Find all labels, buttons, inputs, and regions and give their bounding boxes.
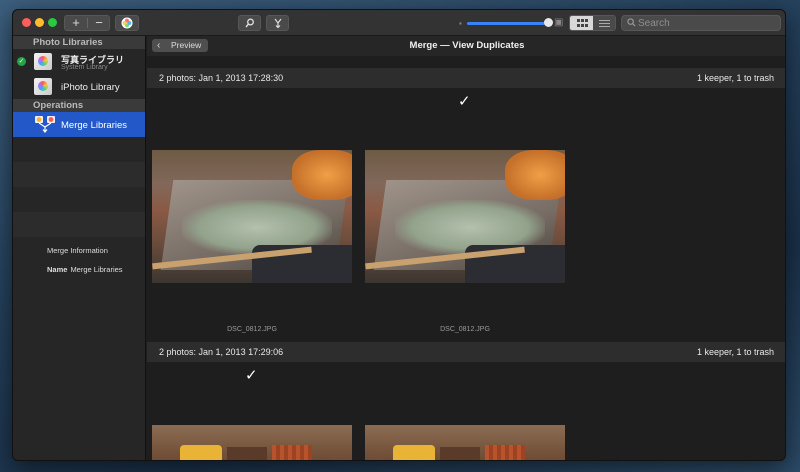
merge-info-name-row: Name Merge Libraries — [47, 265, 123, 274]
library-subtitle: System Library — [61, 64, 108, 71]
add-button[interactable]: + — [65, 16, 87, 30]
checkmark-badge-icon: ✓ — [17, 57, 26, 66]
zoom-window-button[interactable] — [48, 18, 57, 27]
magnifier-icon — [244, 18, 254, 28]
photos-icon — [121, 17, 133, 29]
info-name-value: Merge Libraries — [70, 265, 123, 274]
photo-detail — [272, 445, 312, 460]
duplicate-group-header: 2 photos: Jan 1, 2013 17:28:30 1 keeper,… — [147, 68, 785, 88]
navigation-bar: ‹ Preview Merge — View Duplicates — [147, 36, 785, 56]
grid-view-button[interactable] — [570, 16, 593, 30]
photo-library-icon — [34, 53, 52, 70]
photo-detail — [505, 150, 565, 200]
large-thumbnail-icon: ▣ — [554, 17, 564, 28]
group-status: 1 keeper, 1 to trash — [696, 73, 774, 83]
search-icon — [627, 18, 636, 27]
photo-detail — [393, 445, 435, 460]
empty-row — [13, 137, 145, 162]
photo-filename: DSC_0812.JPG — [440, 326, 490, 333]
photos-app-button[interactable] — [115, 15, 139, 31]
group-title: 2 photos: Jan 1, 2013 17:29:06 — [159, 347, 284, 357]
sidebar-item-merge-libraries[interactable]: Merge Libraries — [13, 112, 145, 137]
toolbar: + − ▪ ▣ — [13, 10, 785, 36]
merge-libraries-icon — [35, 116, 55, 133]
remove-button[interactable]: − — [88, 16, 110, 30]
operation-title: Merge Libraries — [61, 120, 127, 131]
find-duplicates-button[interactable] — [238, 15, 261, 31]
empty-row — [13, 212, 145, 237]
small-thumbnail-icon: ▪ — [459, 19, 462, 28]
sidebar-item-system-library[interactable]: ✓ 写真ライブラリ System Library — [13, 49, 145, 74]
duplicate-group-header: 2 photos: Jan 1, 2013 17:29:06 1 keeper,… — [147, 342, 785, 362]
info-name-key: Name — [47, 265, 68, 274]
photo-filename: DSC_0812.JPG — [227, 326, 277, 333]
keeper-checkmark-icon[interactable]: ✓ — [245, 366, 258, 384]
slider-knob[interactable] — [544, 18, 553, 27]
add-remove-control: + − — [64, 15, 110, 31]
photo-library-icon — [34, 78, 52, 95]
merge-information-header: Merge Information — [47, 246, 108, 255]
merge-icon — [274, 18, 281, 29]
photo-thumbnail[interactable] — [365, 150, 565, 283]
list-view-button[interactable] — [593, 16, 615, 30]
search-input[interactable] — [638, 16, 776, 30]
main-content: ‹ Preview Merge — View Duplicates 2 phot… — [147, 36, 785, 460]
keeper-checkmark-icon[interactable]: ✓ — [458, 92, 471, 110]
page-title: Merge — View Duplicates — [409, 40, 525, 51]
close-window-button[interactable] — [22, 18, 31, 27]
sidebar: Photo Libraries ✓ 写真ライブラリ System Library… — [13, 36, 146, 460]
group-status: 1 keeper, 1 to trash — [696, 347, 774, 357]
photo-detail — [440, 447, 480, 460]
thumbnail-size-slider[interactable] — [467, 22, 549, 25]
minimize-window-button[interactable] — [35, 18, 44, 27]
photo-detail — [292, 150, 352, 200]
library-title: iPhoto Library — [61, 82, 120, 93]
empty-row — [13, 162, 145, 187]
photo-detail — [227, 447, 267, 460]
group-title: 2 photos: Jan 1, 2013 17:28:30 — [159, 73, 284, 83]
photo-thumbnail[interactable] — [152, 150, 352, 283]
search-field[interactable] — [621, 15, 781, 31]
empty-row — [13, 187, 145, 212]
app-window: + − ▪ ▣ Search Photo Libraries ✓ 写真ライブラリ… — [12, 9, 786, 461]
photo-thumbnail[interactable] — [365, 425, 565, 460]
photo-libraries-header: Photo Libraries — [13, 36, 145, 49]
operations-header: Operations — [13, 99, 145, 112]
view-mode-control — [569, 15, 616, 31]
photo-detail — [485, 445, 525, 460]
photo-detail — [180, 445, 222, 460]
merge-button[interactable] — [266, 15, 289, 31]
sidebar-item-iphoto-library[interactable]: iPhoto Library — [13, 74, 145, 99]
photo-thumbnail[interactable] — [152, 425, 352, 460]
